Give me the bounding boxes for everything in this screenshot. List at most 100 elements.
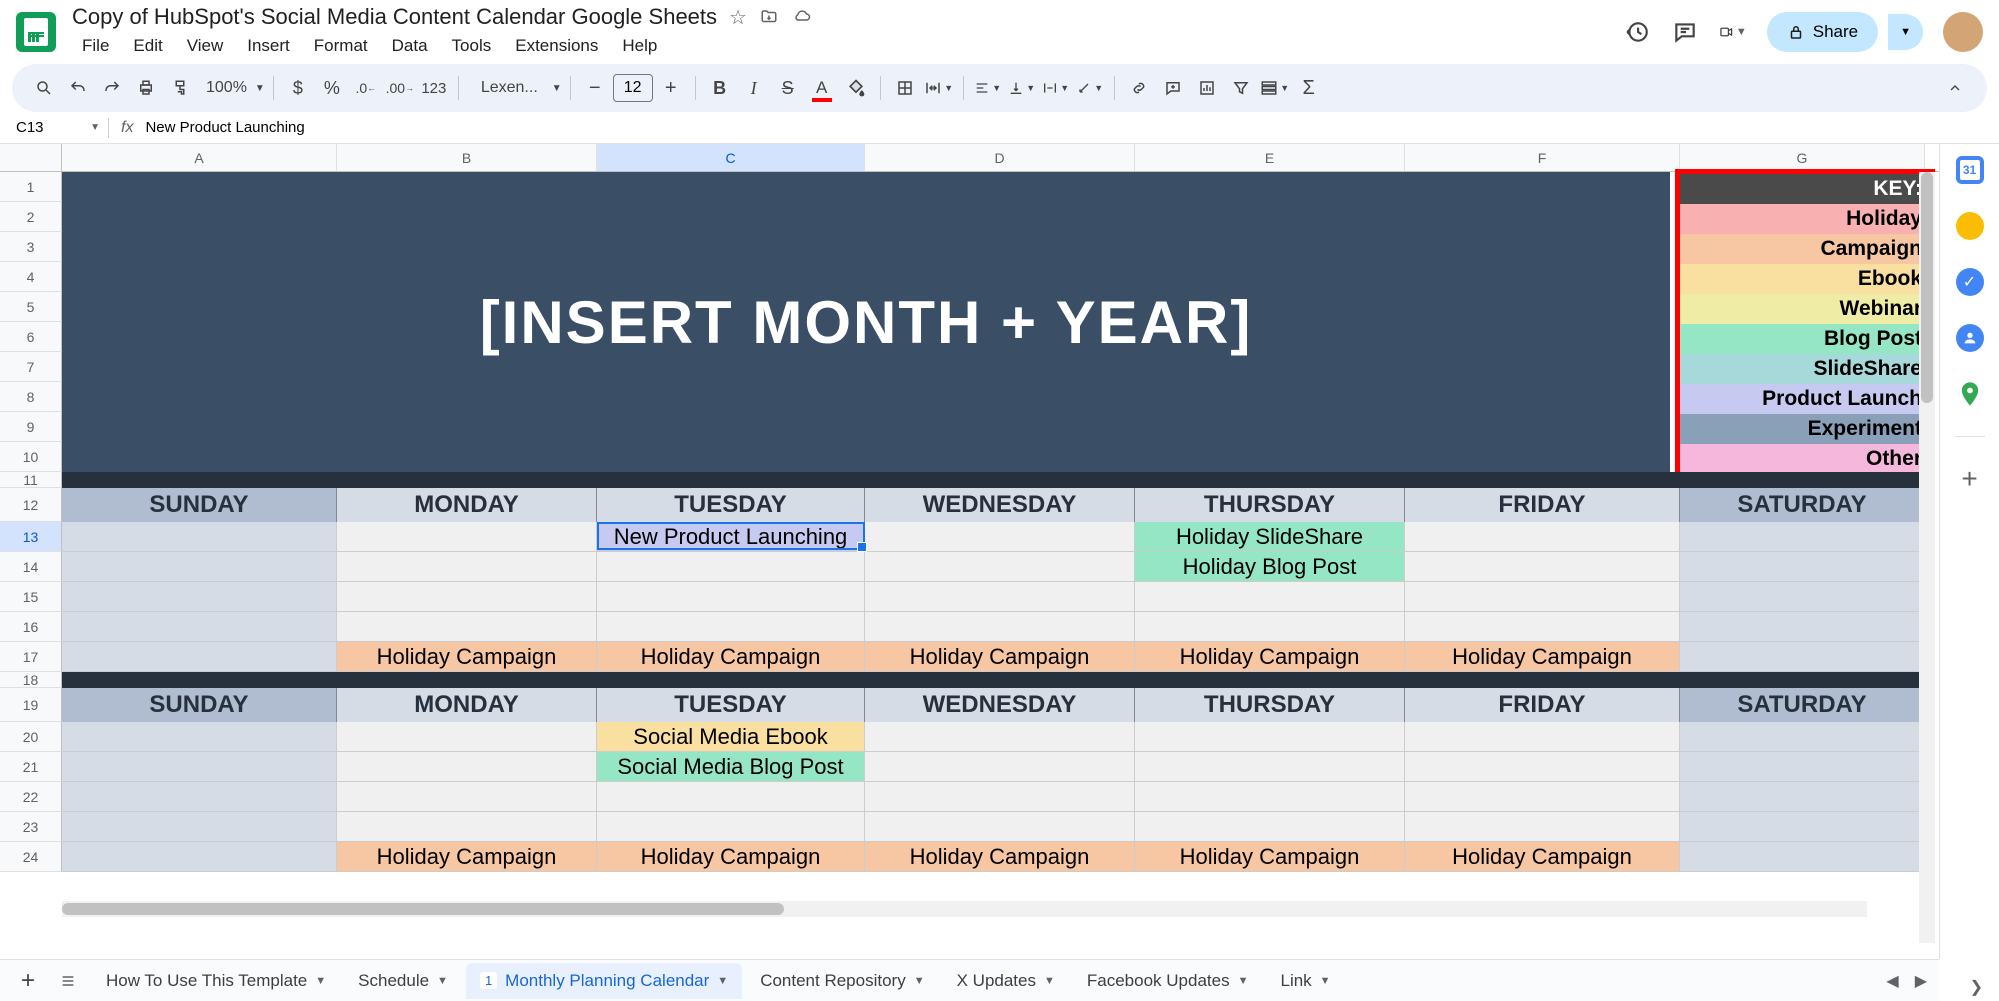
spreadsheet-grid[interactable]: ABCDEFG 12345678910111213141516171819202… xyxy=(0,144,1939,959)
cell[interactable] xyxy=(1680,552,1925,582)
cell[interactable]: Holiday Blog Post xyxy=(1135,552,1405,582)
vertical-scrollbar[interactable] xyxy=(1919,172,1935,943)
cell[interactable] xyxy=(1405,752,1680,782)
select-all-corner[interactable] xyxy=(0,144,62,171)
cell[interactable] xyxy=(62,612,337,642)
menu-format[interactable]: Format xyxy=(304,32,378,60)
banner-cell[interactable]: [INSERT MONTH + YEAR] xyxy=(62,172,1670,472)
column-header-C[interactable]: C xyxy=(597,144,865,171)
column-header-G[interactable]: G xyxy=(1680,144,1925,171)
cell[interactable] xyxy=(1405,722,1680,752)
cell[interactable] xyxy=(62,782,337,812)
menu-view[interactable]: View xyxy=(177,32,234,60)
cell[interactable] xyxy=(865,582,1135,612)
redo-icon[interactable] xyxy=(96,72,128,104)
sheet-tab-monthly-planning-calendar[interactable]: 1Monthly Planning Calendar▼ xyxy=(466,963,742,999)
collapse-toolbar-icon[interactable] xyxy=(1939,72,1971,104)
keep-addon-icon[interactable] xyxy=(1956,212,1984,240)
row-header-5[interactable]: 5 xyxy=(0,292,62,322)
functions-icon[interactable]: Σ xyxy=(1293,72,1325,104)
cell[interactable] xyxy=(865,812,1135,842)
format-123-icon[interactable]: 123 xyxy=(418,72,450,104)
maps-addon-icon[interactable] xyxy=(1956,380,1984,408)
cell[interactable]: Holiday Campaign xyxy=(337,842,597,872)
insert-comment-icon[interactable] xyxy=(1157,72,1189,104)
cell[interactable] xyxy=(62,552,337,582)
tab-scroll-right-icon[interactable]: ▶ xyxy=(1915,971,1927,991)
menu-file[interactable]: File xyxy=(72,32,119,60)
fontsize-input[interactable]: 12 xyxy=(613,74,653,102)
column-header-E[interactable]: E xyxy=(1135,144,1405,171)
cell[interactable] xyxy=(1135,612,1405,642)
column-header-A[interactable]: A xyxy=(62,144,337,171)
cell[interactable]: Holiday Campaign xyxy=(1405,842,1680,872)
print-icon[interactable] xyxy=(130,72,162,104)
cell[interactable]: Holiday Campaign xyxy=(1135,842,1405,872)
horizontal-scrollbar[interactable] xyxy=(62,901,1867,917)
cell[interactable]: Holiday Campaign xyxy=(597,842,865,872)
cell[interactable] xyxy=(1680,842,1925,872)
cell[interactable] xyxy=(62,722,337,752)
sheet-tab-how-to-use-this-template[interactable]: How To Use This Template▼ xyxy=(92,963,340,999)
sheets-logo[interactable] xyxy=(16,12,56,52)
cell[interactable] xyxy=(865,552,1135,582)
cell[interactable]: Holiday Campaign xyxy=(865,642,1135,672)
cell[interactable]: Holiday Campaign xyxy=(337,642,597,672)
cell[interactable]: Holiday Campaign xyxy=(1135,642,1405,672)
cell[interactable] xyxy=(1680,642,1925,672)
account-avatar[interactable] xyxy=(1943,12,1983,52)
row-header-15[interactable]: 15 xyxy=(0,582,62,612)
insert-chart-icon[interactable] xyxy=(1191,72,1223,104)
column-header-B[interactable]: B xyxy=(337,144,597,171)
name-box[interactable]: C13▼ xyxy=(8,119,108,136)
italic-icon[interactable]: I xyxy=(738,72,770,104)
row-header-11[interactable]: 11 xyxy=(0,472,62,488)
cell[interactable] xyxy=(597,612,865,642)
sheet-tab-x-updates[interactable]: X Updates▼ xyxy=(943,963,1069,999)
sheet-tab-content-repository[interactable]: Content Repository▼ xyxy=(746,963,938,999)
currency-icon[interactable]: $ xyxy=(282,72,314,104)
cell[interactable] xyxy=(62,842,337,872)
cell[interactable] xyxy=(337,582,597,612)
menu-edit[interactable]: Edit xyxy=(123,32,172,60)
decrease-decimal-icon[interactable]: .0← xyxy=(350,72,382,104)
cell[interactable] xyxy=(1135,812,1405,842)
cell[interactable]: New Product Launching xyxy=(597,522,865,552)
cell[interactable] xyxy=(1135,782,1405,812)
row-header-16[interactable]: 16 xyxy=(0,612,62,642)
fill-color-icon[interactable] xyxy=(840,72,872,104)
cell[interactable] xyxy=(62,582,337,612)
row-header-22[interactable]: 22 xyxy=(0,782,62,812)
cell[interactable] xyxy=(865,612,1135,642)
comments-icon[interactable] xyxy=(1671,18,1699,46)
cell[interactable] xyxy=(1405,522,1680,552)
cell[interactable] xyxy=(337,722,597,752)
row-header-1[interactable]: 1 xyxy=(0,172,62,202)
formula-input[interactable] xyxy=(145,119,1991,136)
row-header-12[interactable]: 12 xyxy=(0,488,62,522)
all-sheets-icon[interactable] xyxy=(52,965,84,997)
cell[interactable] xyxy=(337,612,597,642)
cell[interactable] xyxy=(337,812,597,842)
row-header-23[interactable]: 23 xyxy=(0,812,62,842)
row-header-18[interactable]: 18 xyxy=(0,672,62,688)
cell[interactable] xyxy=(597,782,865,812)
meet-icon[interactable]: ▼ xyxy=(1719,18,1747,46)
cell[interactable] xyxy=(337,522,597,552)
contacts-addon-icon[interactable] xyxy=(1956,324,1984,352)
row-header-10[interactable]: 10 xyxy=(0,442,62,472)
menu-tools[interactable]: Tools xyxy=(442,32,502,60)
share-dropdown[interactable]: ▼ xyxy=(1888,14,1923,50)
decrease-fontsize-icon[interactable]: − xyxy=(579,72,611,104)
cell[interactable] xyxy=(865,752,1135,782)
cell[interactable] xyxy=(337,782,597,812)
sheet-tab-facebook-updates[interactable]: Facebook Updates▼ xyxy=(1073,963,1263,999)
cell[interactable]: Holiday Campaign xyxy=(1405,642,1680,672)
cell[interactable] xyxy=(1135,752,1405,782)
row-header-7[interactable]: 7 xyxy=(0,352,62,382)
document-title[interactable]: Copy of HubSpot's Social Media Content C… xyxy=(72,4,717,30)
cell[interactable] xyxy=(1405,782,1680,812)
cell[interactable] xyxy=(1680,752,1925,782)
undo-icon[interactable] xyxy=(62,72,94,104)
cell[interactable] xyxy=(62,812,337,842)
